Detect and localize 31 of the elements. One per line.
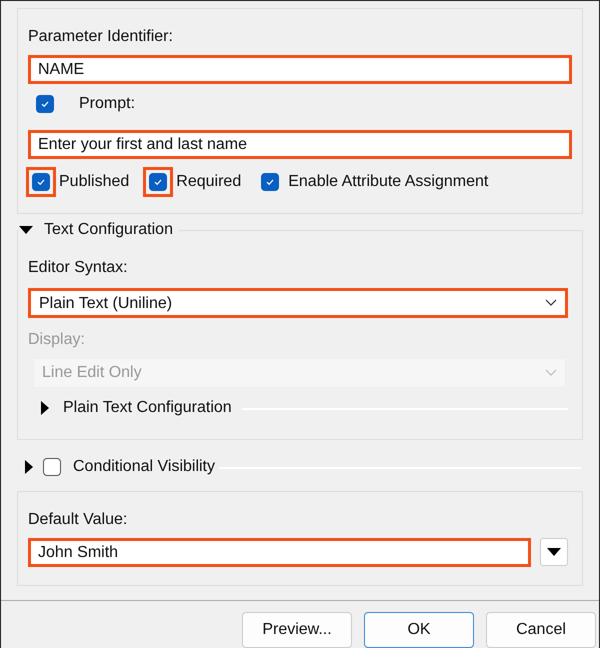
triangle-down-icon: [547, 548, 561, 556]
dropdown[interactable]: Plain Text (Uniline): [28, 288, 568, 318]
check-icon: [265, 177, 276, 187]
check-icon: [36, 177, 46, 187]
prompt-label: Prompt:: [79, 94, 136, 114]
dialog-button[interactable]: OK: [364, 612, 474, 648]
section-title: Conditional Visibility: [73, 457, 215, 477]
checkbox[interactable]: [261, 173, 280, 191]
field-label: Display:: [28, 330, 86, 350]
checkbox-label: Published: [59, 172, 130, 192]
default-value-field[interactable]: John Smith: [28, 538, 531, 567]
check-icon: [40, 99, 50, 109]
section-title: Text Configuration: [44, 220, 173, 240]
section-title: Plain Text Configuration: [63, 398, 232, 418]
checkbox[interactable]: [36, 95, 54, 113]
dropdown-button[interactable]: [540, 538, 568, 566]
dialog-button[interactable]: Preview...: [242, 612, 352, 648]
chevron-down-icon: [545, 299, 557, 307]
dialog-button[interactable]: Cancel: [486, 612, 596, 648]
checkbox[interactable]: [32, 173, 50, 191]
field-label: Parameter Identifier:: [28, 27, 174, 47]
field-label: Editor Syntax:: [28, 258, 129, 278]
checkbox-label: Enable Attribute Assignment: [288, 172, 488, 192]
field-label: Default Value:: [28, 510, 128, 530]
prompt-field[interactable]: Enter your first and last name: [28, 130, 572, 159]
checkbox[interactable]: [149, 173, 168, 191]
checkbox[interactable]: [43, 458, 61, 476]
checkbox-label: Required: [176, 172, 242, 192]
check-icon: [153, 177, 164, 187]
chevron-down-icon: [545, 369, 557, 377]
identifier-field[interactable]: NAME: [28, 55, 572, 84]
